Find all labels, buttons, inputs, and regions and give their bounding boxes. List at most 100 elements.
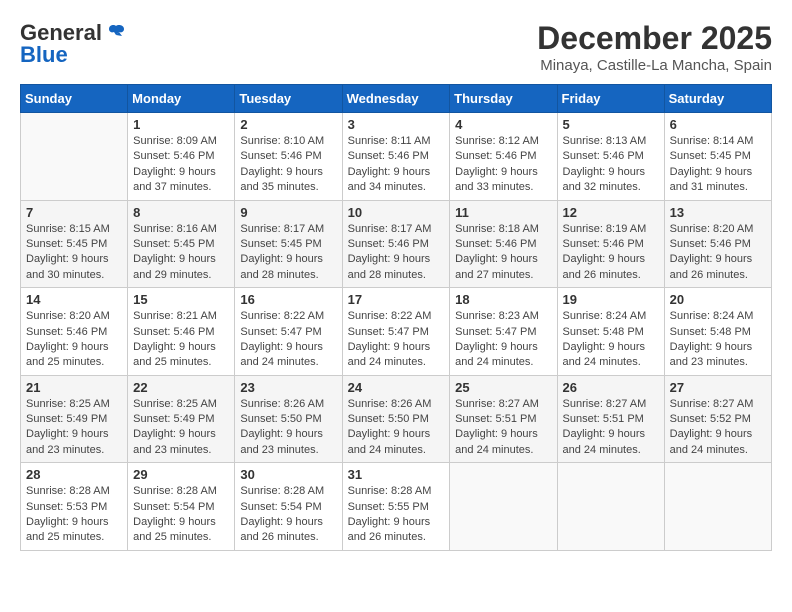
table-row: 9 Sunrise: 8:17 AM Sunset: 5:45 PM Daylig… — [235, 200, 342, 288]
day-info: Sunrise: 8:28 AM Sunset: 5:55 PM Dayligh… — [348, 484, 445, 546]
day-number: 25 — [455, 380, 551, 395]
table-row: 6 Sunrise: 8:14 AM Sunset: 5:45 PM Daylig… — [664, 113, 771, 201]
table-row: 21 Sunrise: 8:25 AM Sunset: 5:49 PM Dayli… — [21, 375, 128, 463]
day-number: 12 — [563, 205, 659, 220]
day-info: Sunrise: 8:13 AM Sunset: 5:46 PM Dayligh… — [563, 134, 659, 196]
table-row: 5 Sunrise: 8:13 AM Sunset: 5:46 PM Daylig… — [557, 113, 664, 201]
day-info: Sunrise: 8:15 AM Sunset: 5:45 PM Dayligh… — [26, 222, 122, 284]
day-info: Sunrise: 8:23 AM Sunset: 5:47 PM Dayligh… — [455, 309, 551, 371]
table-row: 1 Sunrise: 8:09 AM Sunset: 5:46 PM Daylig… — [128, 113, 235, 201]
table-row: 12 Sunrise: 8:19 AM Sunset: 5:46 PM Dayli… — [557, 200, 664, 288]
day-info: Sunrise: 8:27 AM Sunset: 5:51 PM Dayligh… — [563, 397, 659, 459]
table-row: 23 Sunrise: 8:26 AM Sunset: 5:50 PM Dayli… — [235, 375, 342, 463]
day-number: 19 — [563, 292, 659, 307]
day-number: 29 — [133, 467, 229, 482]
weekday-monday: Monday — [128, 85, 235, 113]
table-row: 25Sunrise: 8:27 AM Sunset: 5:51 PM Dayli… — [450, 375, 557, 463]
table-row: 26 Sunrise: 8:27 AM Sunset: 5:51 PM Dayli… — [557, 375, 664, 463]
calendar-week-1: 1 Sunrise: 8:09 AM Sunset: 5:46 PM Daylig… — [21, 113, 772, 201]
day-number: 20 — [670, 292, 766, 307]
day-number: 15 — [133, 292, 229, 307]
logo-blue: Blue — [20, 42, 68, 68]
weekday-wednesday: Wednesday — [342, 85, 450, 113]
calendar-week-5: 28Sunrise: 8:28 AM Sunset: 5:53 PM Dayli… — [21, 463, 772, 551]
table-row: 28Sunrise: 8:28 AM Sunset: 5:53 PM Dayli… — [21, 463, 128, 551]
day-number: 5 — [563, 117, 659, 132]
weekday-tuesday: Tuesday — [235, 85, 342, 113]
table-row — [557, 463, 664, 551]
table-row: 31 Sunrise: 8:28 AM Sunset: 5:55 PM Dayli… — [342, 463, 450, 551]
day-number: 7 — [26, 205, 122, 220]
day-number: 14 — [26, 292, 122, 307]
day-info: Sunrise: 8:25 AM Sunset: 5:49 PM Dayligh… — [133, 397, 229, 459]
day-info: Sunrise: 8:21 AM Sunset: 5:46 PM Dayligh… — [133, 309, 229, 371]
table-row: 10 Sunrise: 8:17 AM Sunset: 5:46 PM Dayli… — [342, 200, 450, 288]
weekday-header-row: SundayMondayTuesdayWednesdayThursdayFrid… — [21, 85, 772, 113]
table-row: 27 Sunrise: 8:27 AM Sunset: 5:52 PM Dayli… — [664, 375, 771, 463]
day-number: 9 — [240, 205, 336, 220]
day-info: Sunrise: 8:24 AM Sunset: 5:48 PM Dayligh… — [670, 309, 766, 371]
day-number: 10 — [348, 205, 445, 220]
day-info: Sunrise: 8:20 AM Sunset: 5:46 PM Dayligh… — [26, 309, 122, 371]
day-number: 18 — [455, 292, 551, 307]
day-number: 3 — [348, 117, 445, 132]
location: Minaya, Castille-La Mancha, Spain — [537, 57, 772, 74]
day-info: Sunrise: 8:28 AM Sunset: 5:54 PM Dayligh… — [133, 484, 229, 546]
day-info: Sunrise: 8:20 AM Sunset: 5:46 PM Dayligh… — [670, 222, 766, 284]
table-row: 17Sunrise: 8:22 AM Sunset: 5:47 PM Dayli… — [342, 288, 450, 376]
day-info: Sunrise: 8:10 AM Sunset: 5:46 PM Dayligh… — [240, 134, 336, 196]
day-number: 23 — [240, 380, 336, 395]
table-row: 8 Sunrise: 8:16 AM Sunset: 5:45 PM Daylig… — [128, 200, 235, 288]
day-number: 21 — [26, 380, 122, 395]
table-row: 30Sunrise: 8:28 AM Sunset: 5:54 PM Dayli… — [235, 463, 342, 551]
day-info: Sunrise: 8:26 AM Sunset: 5:50 PM Dayligh… — [240, 397, 336, 459]
day-number: 31 — [348, 467, 445, 482]
day-number: 16 — [240, 292, 336, 307]
table-row: 19 Sunrise: 8:24 AM Sunset: 5:48 PM Dayli… — [557, 288, 664, 376]
table-row: 22 Sunrise: 8:25 AM Sunset: 5:49 PM Dayli… — [128, 375, 235, 463]
calendar-week-2: 7 Sunrise: 8:15 AM Sunset: 5:45 PM Daylig… — [21, 200, 772, 288]
day-info: Sunrise: 8:18 AM Sunset: 5:46 PM Dayligh… — [455, 222, 551, 284]
day-info: Sunrise: 8:19 AM Sunset: 5:46 PM Dayligh… — [563, 222, 659, 284]
day-info: Sunrise: 8:22 AM Sunset: 5:47 PM Dayligh… — [240, 309, 336, 371]
table-row — [664, 463, 771, 551]
day-info: Sunrise: 8:28 AM Sunset: 5:54 PM Dayligh… — [240, 484, 336, 546]
day-number: 26 — [563, 380, 659, 395]
table-row: 7 Sunrise: 8:15 AM Sunset: 5:45 PM Daylig… — [21, 200, 128, 288]
day-number: 6 — [670, 117, 766, 132]
day-info: Sunrise: 8:16 AM Sunset: 5:45 PM Dayligh… — [133, 222, 229, 284]
calendar-week-4: 21 Sunrise: 8:25 AM Sunset: 5:49 PM Dayli… — [21, 375, 772, 463]
calendar-body: 1 Sunrise: 8:09 AM Sunset: 5:46 PM Daylig… — [21, 113, 772, 551]
day-info: Sunrise: 8:09 AM Sunset: 5:46 PM Dayligh… — [133, 134, 229, 196]
day-number: 27 — [670, 380, 766, 395]
table-row — [450, 463, 557, 551]
calendar-week-3: 14 Sunrise: 8:20 AM Sunset: 5:46 PM Dayli… — [21, 288, 772, 376]
day-info: Sunrise: 8:28 AM Sunset: 5:53 PM Dayligh… — [26, 484, 122, 546]
table-row: 2 Sunrise: 8:10 AM Sunset: 5:46 PM Daylig… — [235, 113, 342, 201]
logo-bird-icon — [104, 22, 126, 44]
day-number: 4 — [455, 117, 551, 132]
day-number: 2 — [240, 117, 336, 132]
day-info: Sunrise: 8:24 AM Sunset: 5:48 PM Dayligh… — [563, 309, 659, 371]
day-info: Sunrise: 8:11 AM Sunset: 5:46 PM Dayligh… — [348, 134, 445, 196]
day-info: Sunrise: 8:17 AM Sunset: 5:45 PM Dayligh… — [240, 222, 336, 284]
table-row: 11 Sunrise: 8:18 AM Sunset: 5:46 PM Dayli… — [450, 200, 557, 288]
day-number: 22 — [133, 380, 229, 395]
day-number: 17 — [348, 292, 445, 307]
table-row: 24Sunrise: 8:26 AM Sunset: 5:50 PM Dayli… — [342, 375, 450, 463]
day-number: 11 — [455, 205, 551, 220]
day-number: 1 — [133, 117, 229, 132]
calendar: SundayMondayTuesdayWednesdayThursdayFrid… — [20, 84, 772, 551]
table-row: 14 Sunrise: 8:20 AM Sunset: 5:46 PM Dayli… — [21, 288, 128, 376]
table-row: 20 Sunrise: 8:24 AM Sunset: 5:48 PM Dayli… — [664, 288, 771, 376]
day-info: Sunrise: 8:14 AM Sunset: 5:45 PM Dayligh… — [670, 134, 766, 196]
day-number: 8 — [133, 205, 229, 220]
table-row: 13Sunrise: 8:20 AM Sunset: 5:46 PM Dayli… — [664, 200, 771, 288]
day-info: Sunrise: 8:27 AM Sunset: 5:52 PM Dayligh… — [670, 397, 766, 459]
weekday-sunday: Sunday — [21, 85, 128, 113]
title-area: December 2025 Minaya, Castille-La Mancha… — [537, 20, 772, 74]
day-info: Sunrise: 8:17 AM Sunset: 5:46 PM Dayligh… — [348, 222, 445, 284]
day-info: Sunrise: 8:25 AM Sunset: 5:49 PM Dayligh… — [26, 397, 122, 459]
table-row: 4Sunrise: 8:12 AM Sunset: 5:46 PM Daylig… — [450, 113, 557, 201]
month-title: December 2025 — [537, 20, 772, 57]
